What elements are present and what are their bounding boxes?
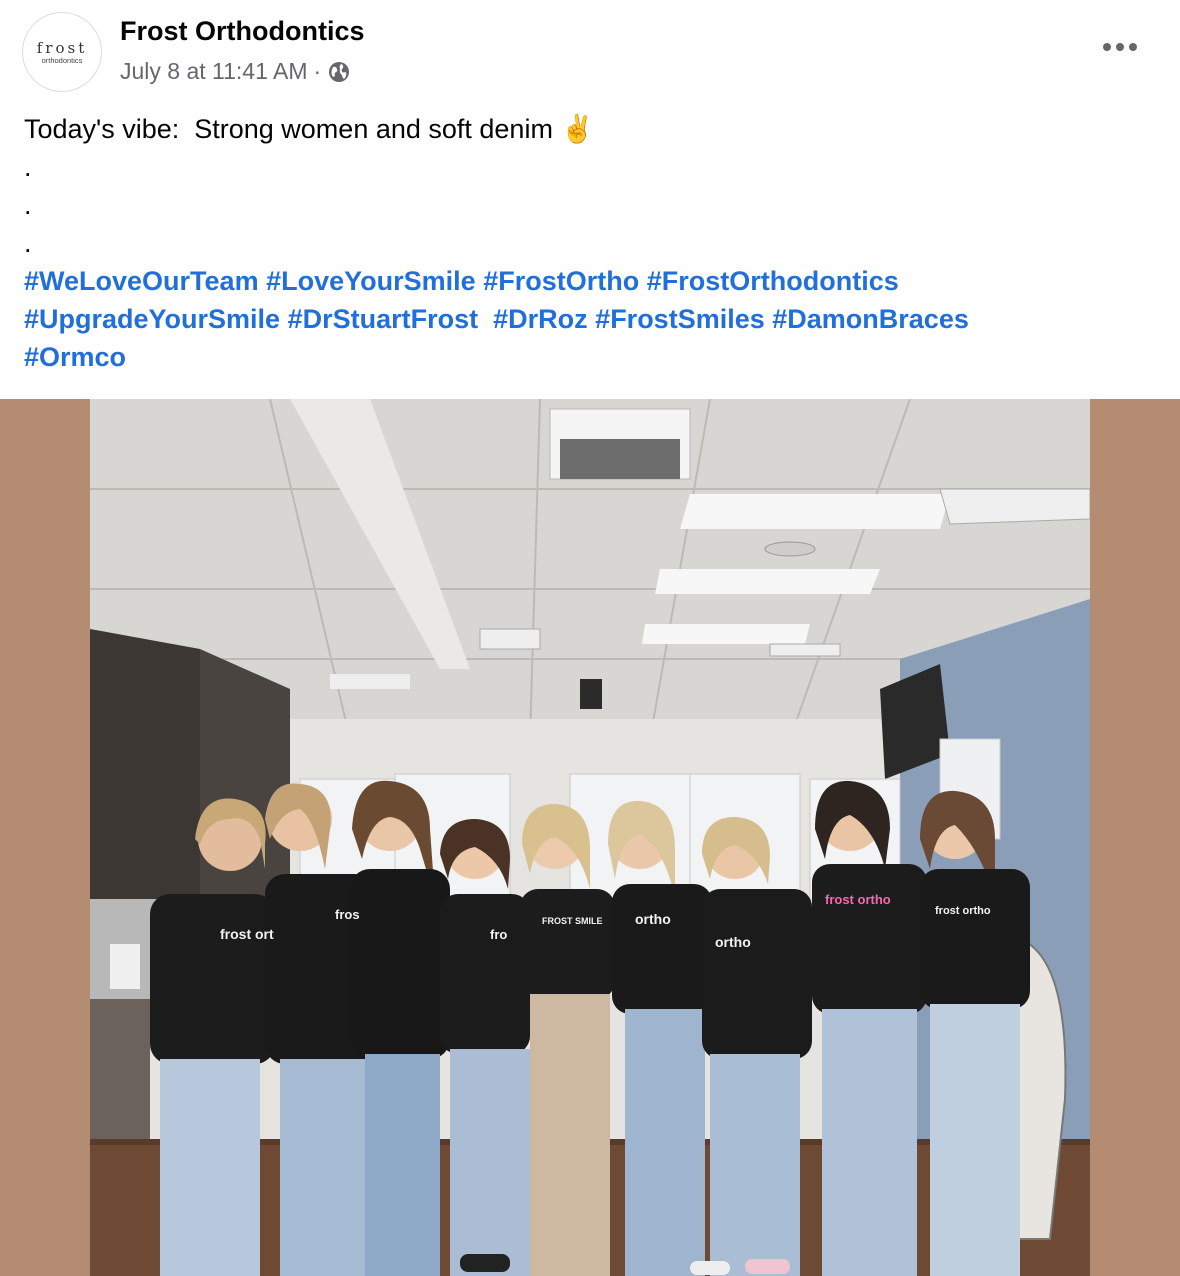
post-text-line: . (24, 190, 32, 220)
post-text: Today's vibe: Strong women and soft deni… (24, 110, 1154, 376)
hashtag-link[interactable]: #UpgradeYourSmile (24, 304, 280, 334)
hashtag-link[interactable]: #Ormco (24, 342, 126, 372)
shirt-text: ortho (635, 911, 671, 927)
post-text-line: . (24, 228, 32, 258)
globe-icon[interactable] (327, 60, 351, 84)
post-text-line: . (24, 152, 32, 182)
more-options-icon (1102, 39, 1138, 57)
avatar-logo-subtext: orthodontics (41, 55, 83, 65)
post-header: frost orthodontics Frost Orthodontics Ju… (0, 0, 1180, 100)
shirt-text: frost ortho (825, 892, 891, 907)
hashtag-link[interactable]: #FrostOrthodontics (647, 266, 899, 296)
hashtag-link[interactable]: #DrRoz (493, 304, 588, 334)
page-name-link[interactable]: Frost Orthodontics (120, 16, 365, 47)
team-photo: frost ort fros fro FROST SMILE ortho ort… (90, 399, 1090, 1276)
avatar-logo-text: frost (36, 38, 88, 57)
hashtag-list: #WeLoveOurTeam #LoveYourSmile #FrostOrth… (24, 262, 1154, 376)
hashtag-link[interactable]: #DrStuartFrost (288, 304, 479, 334)
post-timestamp-link[interactable]: July 8 at 11:41 AM (120, 58, 308, 85)
post-meta: July 8 at 11:41 AM · (120, 58, 351, 85)
hashtag-link[interactable]: #LoveYourSmile (266, 266, 476, 296)
hashtag-link[interactable]: #FrostOrtho (483, 266, 639, 296)
hashtag-link[interactable]: #WeLoveOurTeam (24, 266, 259, 296)
shirt-text: frost ort (220, 926, 274, 942)
shirt-text: FROST SMILE (542, 916, 603, 926)
shirt-text: frost ortho (935, 905, 991, 917)
more-options-button[interactable] (1098, 28, 1142, 68)
hashtag-link[interactable]: #FrostSmiles (595, 304, 765, 334)
page-avatar[interactable]: frost orthodontics (22, 12, 102, 92)
shirt-text: fros (335, 907, 360, 922)
shirt-text: ortho (715, 934, 751, 950)
meta-separator: · (313, 58, 322, 84)
team-photo-illustration: frost ort fros fro FROST SMILE ortho ort… (90, 399, 1090, 1276)
shirt-text: fro (490, 927, 507, 942)
hashtag-link[interactable]: #DamonBraces (772, 304, 969, 334)
post-text-line: Today's vibe: Strong women and soft deni… (24, 114, 595, 144)
post-photo[interactable]: frost ort fros fro FROST SMILE ortho ort… (0, 399, 1180, 1276)
